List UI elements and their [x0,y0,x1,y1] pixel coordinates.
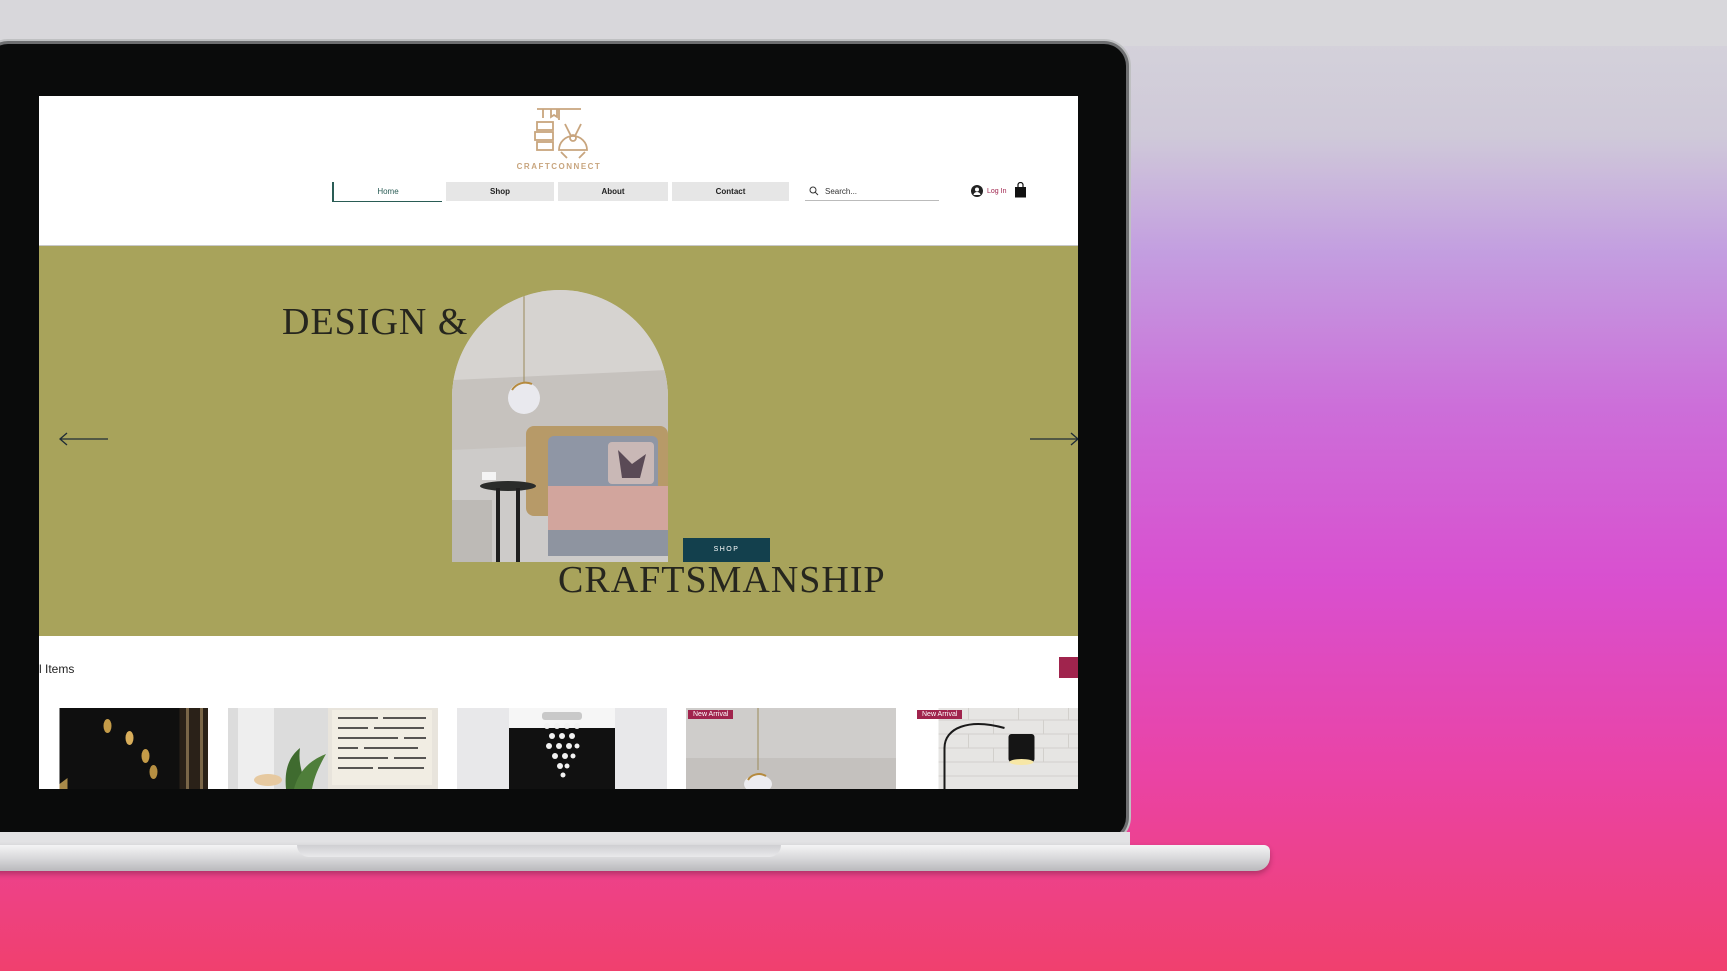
chandelier-photo [457,708,667,789]
laptop-base [0,845,1270,871]
products-header: l Items [39,657,1078,681]
hero-title-line-2: CRAFTSMANSHIP [558,559,886,601]
items-label: l Items [39,662,75,676]
product-card[interactable] [457,708,667,789]
main-nav: Home Shop About Contact [332,182,789,202]
desktop-backdrop [0,0,1727,46]
hero-image [452,290,668,562]
logo-text: CRAFTCONNECT [516,162,602,171]
site-logo[interactable]: CRAFTCONNECT [509,106,609,172]
search-icon [809,186,819,196]
pendant-lights-photo [59,708,208,789]
wall-art-photo [228,708,438,789]
cart-icon[interactable] [1014,182,1027,198]
nav-item-about[interactable]: About [558,182,668,201]
arrow-left-icon[interactable] [59,432,109,446]
arrow-right-icon[interactable] [1029,432,1078,446]
product-card[interactable] [228,708,438,789]
hero-title-line-1: DESIGN & [282,301,469,343]
new-arrival-badge: New Arrival [917,710,963,719]
search-input[interactable] [823,185,937,197]
products-next-button[interactable] [1059,657,1078,678]
login-button[interactable]: Log In [971,185,1006,197]
laptop-hinge [0,832,1130,846]
laptop-notch [297,845,781,857]
product-card[interactable] [39,708,208,789]
nav-item-shop[interactable]: Shop [446,182,554,201]
avatar-icon [971,185,983,197]
new-arrival-badge: New Arrival [688,710,734,719]
pendant-lamp-photo [686,708,896,789]
product-card[interactable]: New Arrival [915,708,1078,789]
floor-lamp-photo [938,708,1078,789]
nav-item-contact[interactable]: Contact [672,182,789,201]
hero-banner: DESIGN & SHOP CRAFTSMANSHIP [39,246,1078,636]
bedroom-photo [452,290,668,562]
nav-item-home[interactable]: Home [332,182,442,202]
site-header: CRAFTCONNECT Home Shop About Contact Log… [39,96,1078,246]
search-bar [805,182,939,201]
craft-logo-icon [534,108,588,159]
product-card[interactable]: New Arrival [686,708,896,789]
login-label: Log In [987,187,1007,195]
website-screen: CRAFTCONNECT Home Shop About Contact Log… [39,96,1078,789]
